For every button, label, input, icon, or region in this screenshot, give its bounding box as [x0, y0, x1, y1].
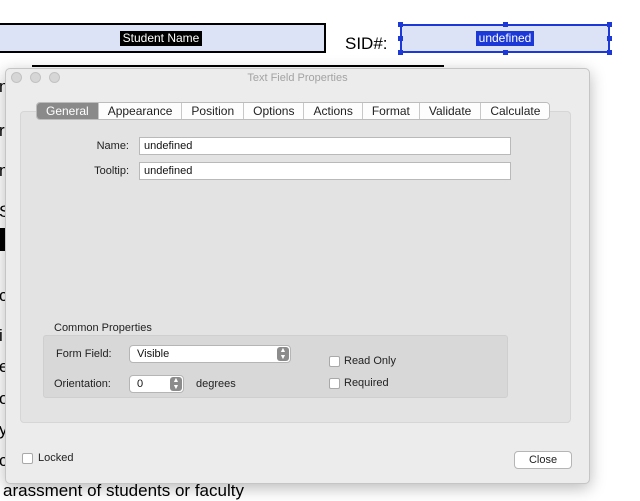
tab-options[interactable]: Options [244, 103, 305, 119]
common-properties-group: Form Field: Visible ▲ ▼ Orientation: 0 ▲ ▼… [43, 335, 508, 398]
student-name-field-text: Student Name [119, 30, 203, 46]
student-name-field[interactable]: Student Name [0, 23, 326, 53]
tab-appearance[interactable]: Appearance [98, 103, 183, 119]
document-bottom-text: arassment of students or faculty [3, 481, 244, 500]
required-checkbox[interactable] [329, 378, 340, 389]
read-only-label: Read Only [344, 355, 396, 367]
chevron-up-down-icon: ▲ ▼ [277, 347, 289, 361]
text-field-properties-dialog: Text Field Properties Name: undefined To… [5, 68, 590, 484]
sid-field-text: undefined [475, 31, 535, 46]
document-text-fragment: i [0, 326, 3, 345]
resize-handle-top-right[interactable] [607, 22, 612, 27]
orientation-select[interactable]: 0 ▲ ▼ [129, 375, 184, 393]
resize-handle-middle-left[interactable] [398, 36, 403, 41]
minimize-window-icon[interactable] [30, 72, 41, 83]
resize-handle-bottom-left[interactable] [398, 50, 403, 55]
tab-position[interactable]: Position [182, 103, 245, 119]
sid-label: SID#: [345, 34, 388, 53]
tab-calculate[interactable]: Calculate [481, 103, 550, 119]
zoom-window-icon[interactable] [49, 72, 60, 83]
resize-handle-top-left[interactable] [398, 22, 403, 27]
orientation-label: Orientation: [54, 378, 111, 390]
tab-bar: General Appearance Position Options Acti… [36, 102, 551, 120]
locked-label: Locked [38, 452, 74, 464]
resize-handle-top-middle[interactable] [503, 22, 508, 27]
orientation-unit: degrees [196, 378, 236, 390]
close-button[interactable]: Close [514, 451, 572, 469]
form-field-select[interactable]: Visible ▲ ▼ [129, 345, 291, 363]
document-text-fragment: r [0, 121, 5, 140]
tooltip-label: Tooltip: [94, 165, 129, 177]
common-properties-title: Common Properties [54, 322, 152, 334]
locked-checkbox[interactable] [22, 453, 33, 464]
tab-format[interactable]: Format [362, 103, 420, 119]
name-label: Name: [96, 140, 129, 152]
resize-handle-bottom-right[interactable] [607, 50, 612, 55]
document-rule-line [32, 65, 444, 67]
tab-validate[interactable]: Validate [419, 103, 482, 119]
chevron-up-down-icon: ▲ ▼ [170, 377, 182, 391]
orientation-value: 0 [137, 378, 144, 390]
required-label: Required [344, 377, 389, 389]
tab-general[interactable]: General [37, 103, 99, 119]
dialog-title: Text Field Properties [247, 72, 348, 84]
read-only-checkbox[interactable] [329, 356, 340, 367]
form-field-value: Visible [137, 348, 170, 360]
resize-handle-middle-right[interactable] [607, 36, 612, 41]
name-input[interactable]: undefined [139, 137, 511, 155]
tab-actions[interactable]: Actions [304, 103, 363, 119]
dialog-titlebar: Text Field Properties [6, 69, 589, 87]
close-window-icon[interactable] [11, 72, 22, 83]
sid-field-selected[interactable]: undefined [398, 22, 612, 55]
form-field-label: Form Field: [56, 348, 112, 360]
tooltip-input[interactable]: undefined [139, 162, 511, 180]
resize-handle-bottom-middle[interactable] [503, 50, 508, 55]
